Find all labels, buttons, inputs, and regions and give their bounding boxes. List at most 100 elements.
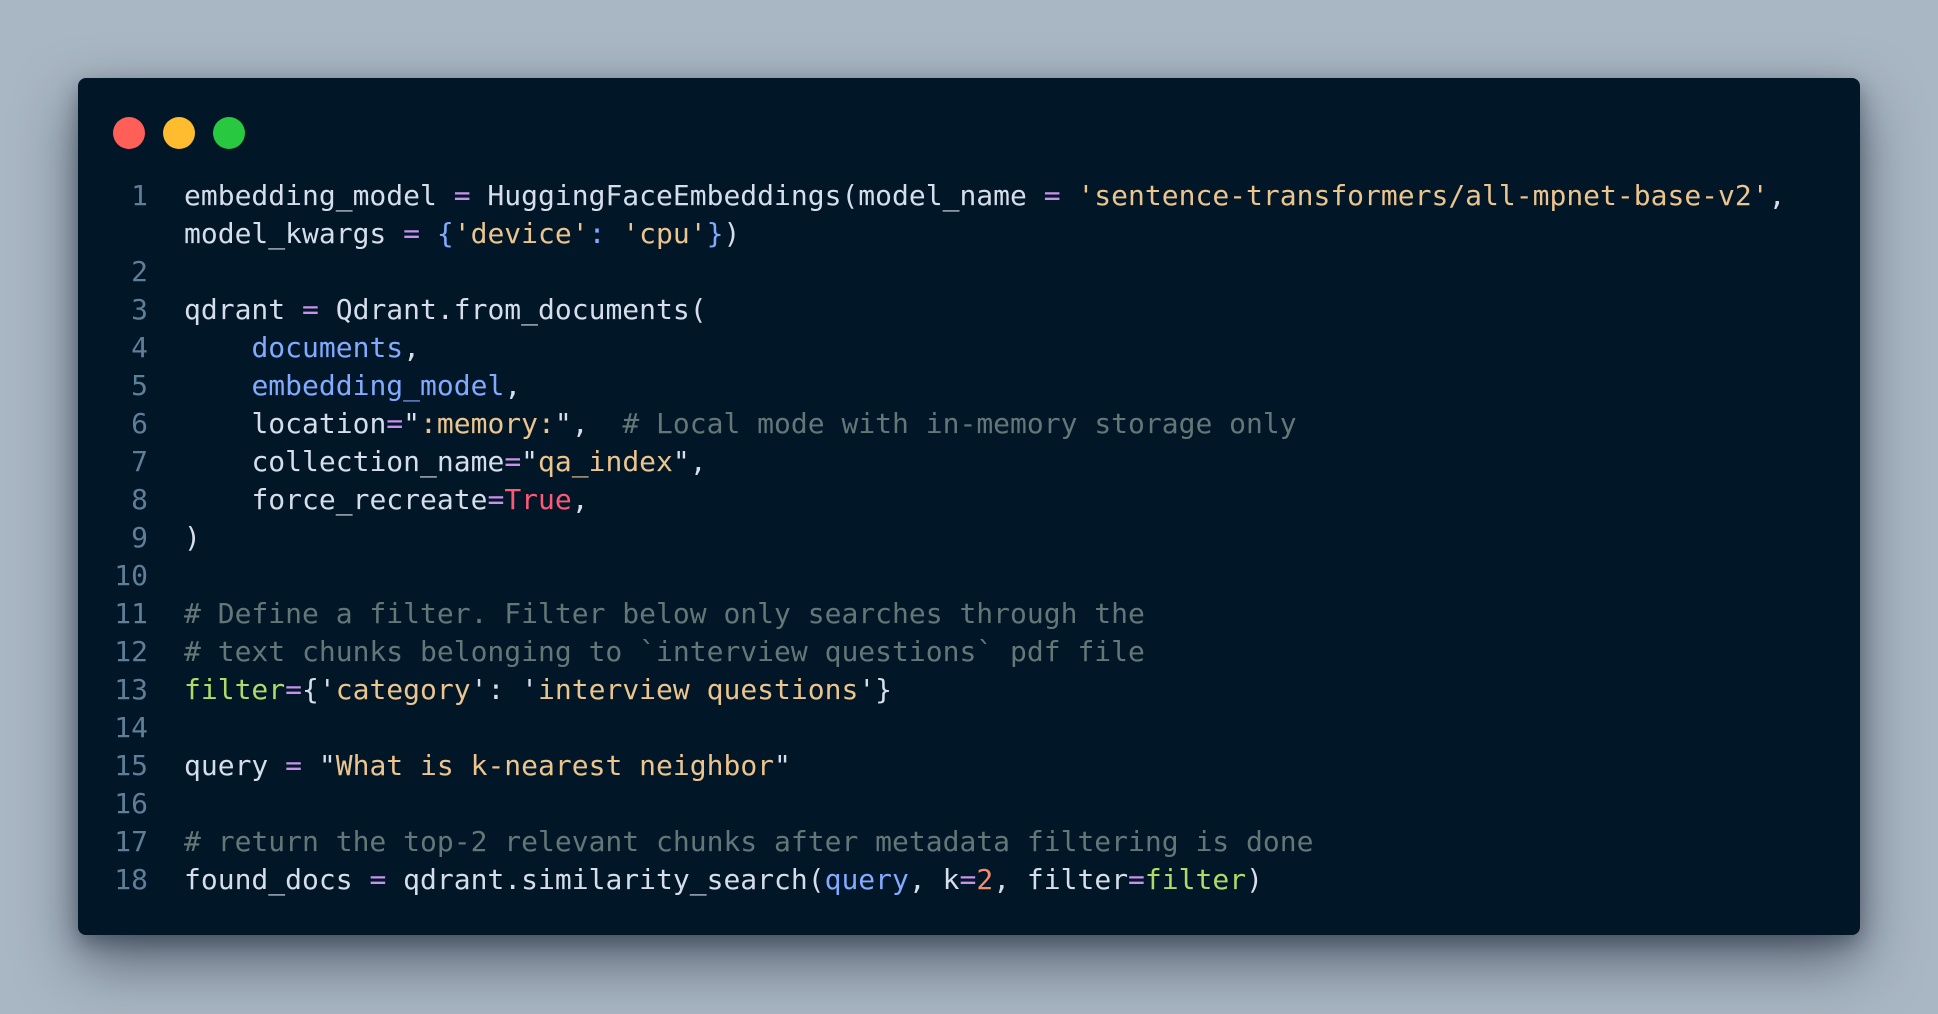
code-token: {' xyxy=(302,673,336,706)
code-token: ) xyxy=(1246,863,1263,896)
line-code: qdrant = Qdrant.from_documents( xyxy=(184,291,1816,329)
code-token: filter xyxy=(1144,863,1247,896)
code-token: embedding_model xyxy=(184,179,454,212)
code-token: , k xyxy=(908,863,960,896)
minimize-dot-icon[interactable] xyxy=(163,117,195,149)
line-number: 1 xyxy=(131,179,148,212)
line-number: 4 xyxy=(131,331,148,364)
line-number: 8 xyxy=(131,483,148,516)
code-token: 'sentence-transformers/all-mpnet-base-v2… xyxy=(1077,179,1769,212)
code-token: documents xyxy=(251,331,404,364)
line-number: 15 xyxy=(114,749,148,782)
code-token: , filter xyxy=(993,863,1129,896)
line-number: 10 xyxy=(114,559,148,592)
code-token: # text chunks belonging to `interview qu… xyxy=(184,635,1145,668)
code-line: 10 xyxy=(78,557,1860,595)
code-token: location xyxy=(184,407,387,440)
line-code: documents, xyxy=(184,329,1816,367)
code-line: 16 xyxy=(78,785,1860,823)
line-code: embedding_model, xyxy=(184,367,1816,405)
line-number: 3 xyxy=(131,293,148,326)
code-token: = xyxy=(487,483,505,516)
code-line: 3 qdrant = Qdrant.from_documents( xyxy=(78,291,1860,329)
line-number: 9 xyxy=(131,521,148,554)
line-code: embedding_model = HuggingFaceEmbeddings(… xyxy=(184,177,1816,253)
code-token: interview questions xyxy=(538,673,859,706)
code-line: 14 xyxy=(78,709,1860,747)
code-token: = xyxy=(1043,179,1061,212)
code-line: 4 documents, xyxy=(78,329,1860,367)
code-token: True xyxy=(504,483,572,516)
code-token: '} xyxy=(858,673,893,706)
code-token: , xyxy=(504,369,522,402)
maximize-dot-icon[interactable] xyxy=(213,117,245,149)
code-token: query xyxy=(824,863,909,896)
line-code: # return the top-2 relevant chunks after… xyxy=(184,823,1816,861)
code-token: = xyxy=(369,863,387,896)
code-line: 8 force_recreate=True, xyxy=(78,481,1860,519)
line-code: ) xyxy=(184,519,1816,557)
code-token: = xyxy=(403,217,421,250)
code-token: ': ' xyxy=(470,673,539,706)
line-code: location=":memory:", # Local mode with i… xyxy=(184,405,1816,443)
code-token: ) xyxy=(184,521,201,554)
code-token: force_recreate xyxy=(184,483,488,516)
code-token: : xyxy=(588,217,606,250)
code-token: category xyxy=(335,673,471,706)
code-token: HuggingFaceEmbeddings(model_name xyxy=(470,179,1044,212)
code-token: Qdrant.from_documents( xyxy=(318,293,707,326)
code-token: 2 xyxy=(976,863,994,896)
window-controls xyxy=(113,117,245,149)
line-number: 12 xyxy=(114,635,148,668)
code-token: , xyxy=(571,483,589,516)
line-code: found_docs = qdrant.similarity_search(qu… xyxy=(184,861,1816,899)
code-token: " xyxy=(403,407,421,440)
code-token: = xyxy=(285,673,303,706)
code-line: 15 query = "What is k-nearest neighbor" xyxy=(78,747,1860,785)
code-token: query xyxy=(184,749,286,782)
code-line: 5 embedding_model, xyxy=(78,367,1860,405)
line-number: 7 xyxy=(131,445,148,478)
line-number: 11 xyxy=(114,597,148,630)
code-line: 2 xyxy=(78,253,1860,291)
code-token: filter xyxy=(184,673,286,706)
code-token: " xyxy=(521,445,539,478)
code-token: embedding_model xyxy=(251,369,505,402)
code-token: } xyxy=(706,217,724,250)
code-token: qdrant xyxy=(184,293,303,326)
line-number: 18 xyxy=(114,863,148,896)
code-window: 1 embedding_model = HuggingFaceEmbeddings… xyxy=(78,78,1860,935)
line-code: query = "What is k-nearest neighbor" xyxy=(184,747,1816,785)
code-token: = xyxy=(959,863,977,896)
code-token: ", xyxy=(672,445,707,478)
line-number: 16 xyxy=(114,787,148,820)
close-dot-icon[interactable] xyxy=(113,117,145,149)
code-token: found_docs xyxy=(184,863,370,896)
code-token: collection_name xyxy=(184,445,505,478)
code-token: " xyxy=(302,749,336,782)
code-token: , xyxy=(403,331,421,364)
code-line: 17 # return the top-2 relevant chunks aft… xyxy=(78,823,1860,861)
code-token: # return the top-2 relevant chunks after… xyxy=(184,825,1314,858)
code-token: What is k-nearest neighbor xyxy=(335,749,775,782)
line-number: 17 xyxy=(114,825,148,858)
code-line: 9) xyxy=(78,519,1860,557)
code-line: 13 filter={'category': 'interview questio… xyxy=(78,671,1860,709)
line-code: # Define a filter. Filter below only sea… xyxy=(184,595,1816,633)
code-token: = xyxy=(302,293,319,326)
line-number: 6 xyxy=(131,407,148,440)
code-token: 'device' xyxy=(453,217,589,250)
code-line: 12 # text chunks belonging to `interview … xyxy=(78,633,1860,671)
code-token: " xyxy=(774,749,791,782)
code-token: qa_index xyxy=(538,445,673,478)
code-token: = xyxy=(1128,863,1145,896)
code-token: 'cpu' xyxy=(622,217,707,250)
